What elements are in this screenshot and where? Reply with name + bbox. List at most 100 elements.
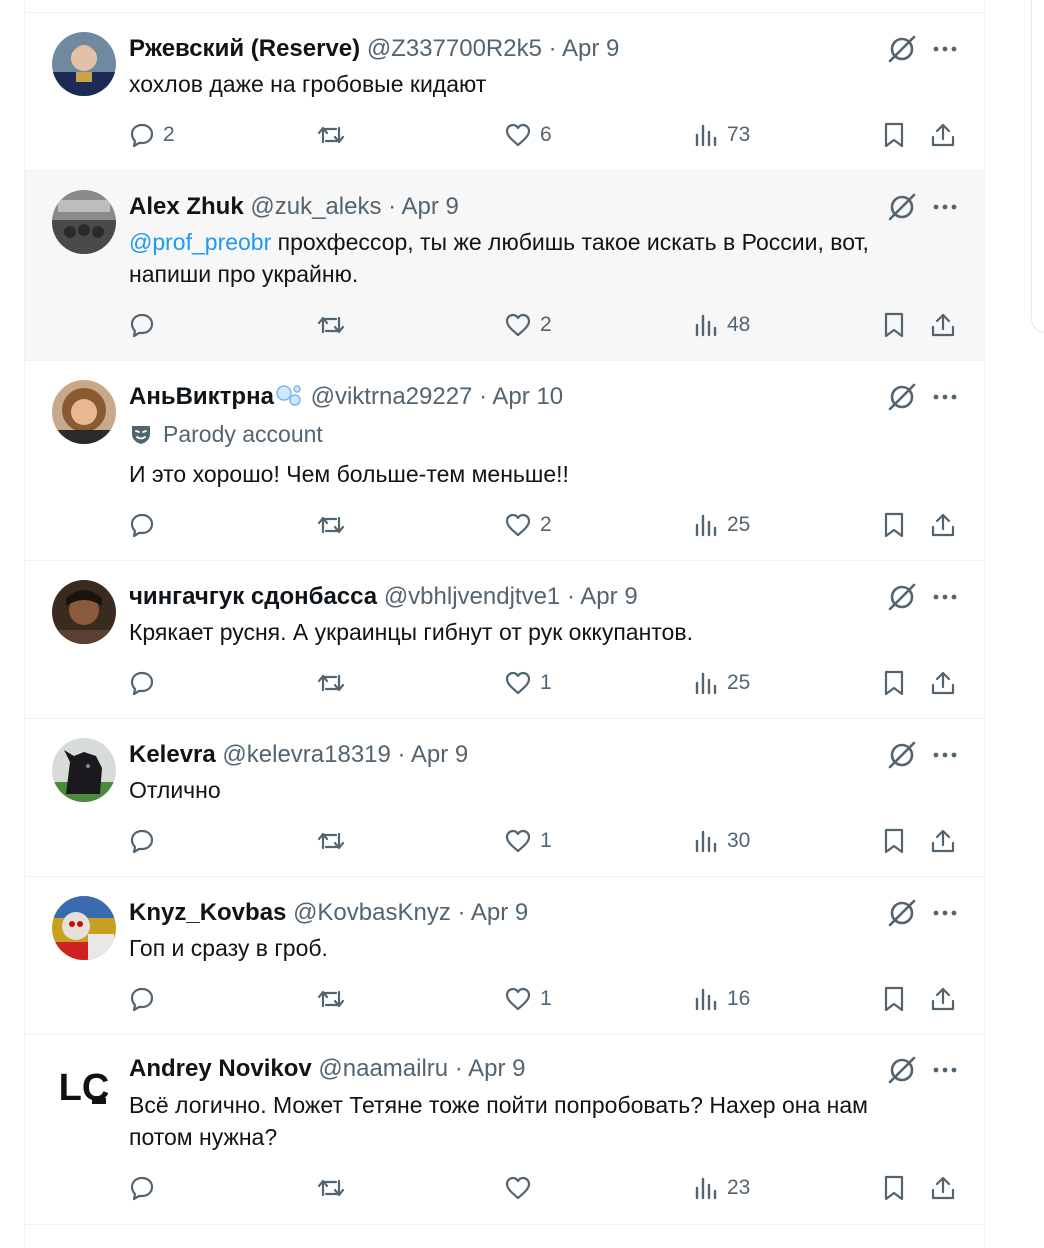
tweet[interactable]: чингачгук сдонбасса @vbhljvendjtve1 · Ap… <box>25 561 984 719</box>
avatar[interactable] <box>52 738 116 802</box>
views-button[interactable]: 73 <box>693 120 750 150</box>
display-name[interactable]: Kelevra <box>129 741 216 768</box>
reply-button[interactable] <box>129 1173 163 1203</box>
like-button[interactable]: 1 <box>504 826 552 856</box>
bookmark-button[interactable] <box>881 826 907 856</box>
more-options-icon[interactable] <box>930 192 960 222</box>
views-button[interactable]: 30 <box>693 826 750 856</box>
reply-button[interactable] <box>129 310 163 340</box>
share-icon <box>931 671 955 695</box>
repost-button[interactable] <box>316 826 354 856</box>
display-name[interactable]: АньВиктрна <box>129 383 274 410</box>
timestamp[interactable]: Apr 9 <box>471 899 528 926</box>
views-icon <box>695 988 717 1011</box>
grok-icon[interactable] <box>885 380 919 414</box>
views-button[interactable]: 23 <box>693 1173 750 1203</box>
views-button[interactable]: 16 <box>693 984 750 1014</box>
avatar[interactable] <box>52 896 116 960</box>
share-button[interactable] <box>929 984 957 1014</box>
display-name[interactable]: чингачгук сдонбасса <box>129 583 377 610</box>
grok-icon[interactable] <box>885 32 919 66</box>
more-options-icon[interactable] <box>930 1055 960 1085</box>
grok-icon[interactable] <box>885 738 919 772</box>
share-button[interactable] <box>929 1173 957 1203</box>
more-options-icon[interactable] <box>930 34 960 64</box>
tweet[interactable]: Ржевский (Reserve) @Z337700R2k5 · Apr 9 … <box>25 13 984 171</box>
repost-button[interactable] <box>316 120 354 150</box>
share-button[interactable] <box>929 310 957 340</box>
display-name[interactable]: Ржевский (Reserve) <box>129 35 360 62</box>
like-button[interactable]: 2 <box>504 510 552 540</box>
bookmark-icon <box>884 1175 904 1201</box>
bookmark-button[interactable] <box>881 120 907 150</box>
like-button[interactable]: 6 <box>504 120 552 150</box>
avatar[interactable] <box>52 380 116 444</box>
like-count: 1 <box>540 987 552 1010</box>
reply-button[interactable] <box>129 984 163 1014</box>
share-button[interactable] <box>929 668 957 698</box>
handle[interactable]: @zuk_aleks <box>250 193 381 220</box>
tweet[interactable]: АньВиктрна @viktrna29227 · Apr 10 Parody… <box>25 361 984 561</box>
bookmark-button[interactable] <box>881 310 907 340</box>
mention-link[interactable]: @prof_preobr <box>129 229 271 255</box>
bookmark-button[interactable] <box>881 1173 907 1203</box>
reply-button[interactable] <box>129 668 163 698</box>
like-button[interactable]: 1 <box>504 668 552 698</box>
heart-icon <box>505 313 531 337</box>
reply-button[interactable] <box>129 510 163 540</box>
reply-icon <box>130 987 154 1012</box>
repost-button[interactable] <box>316 668 354 698</box>
handle[interactable]: @viktrna29227 <box>311 383 473 410</box>
bookmark-button[interactable] <box>881 510 907 540</box>
like-button[interactable] <box>504 1173 540 1203</box>
reply-button[interactable]: 2 <box>129 120 175 150</box>
reply-button[interactable] <box>129 826 163 856</box>
timestamp[interactable]: Apr 10 <box>492 383 563 410</box>
tweet-text: Всё логично. Может Тетяне тоже пойти поп… <box>129 1092 868 1150</box>
share-button[interactable] <box>929 120 957 150</box>
display-name[interactable]: Knyz_Kovbas <box>129 899 286 926</box>
tweet[interactable]: Alex Zhuk @zuk_aleks · Apr 9 @prof_preob… <box>25 171 984 361</box>
display-name[interactable]: Andrey Novikov <box>129 1055 312 1082</box>
avatar[interactable] <box>52 32 116 96</box>
share-button[interactable] <box>929 826 957 856</box>
more-options-icon[interactable] <box>930 898 960 928</box>
grok-icon[interactable] <box>885 1053 919 1087</box>
views-button[interactable]: 25 <box>693 510 750 540</box>
timestamp[interactable]: Apr 9 <box>580 583 637 610</box>
repost-button[interactable] <box>316 510 354 540</box>
views-button[interactable]: 48 <box>693 310 750 340</box>
separator: · <box>541 35 562 62</box>
grok-icon[interactable] <box>885 896 919 930</box>
like-button[interactable]: 2 <box>504 310 552 340</box>
handle[interactable]: @vbhljvendjtve1 <box>384 583 560 610</box>
tweet[interactable]: Knyz_Kovbas @KovbasKnyz · Apr 9 Гоп и ср… <box>25 877 984 1035</box>
handle[interactable]: @KovbasKnyz <box>293 899 451 926</box>
like-button[interactable]: 1 <box>504 984 552 1014</box>
repost-button[interactable] <box>316 984 354 1014</box>
handle[interactable]: @Z337700R2k5 <box>367 35 542 62</box>
timestamp[interactable]: Apr 9 <box>468 1055 525 1082</box>
timestamp[interactable]: Apr 9 <box>401 193 458 220</box>
tweet[interactable]: LC Andrey Novikov @naamailru · Apr 9 Всё… <box>25 1035 984 1225</box>
bookmark-button[interactable] <box>881 668 907 698</box>
bookmark-button[interactable] <box>881 984 907 1014</box>
tweet[interactable]: Kelevra @kelevra18319 · Apr 9 Отлично 1 … <box>25 719 984 877</box>
timestamp[interactable]: Apr 9 <box>411 741 468 768</box>
grok-icon[interactable] <box>885 190 919 224</box>
avatar[interactable]: LC <box>52 1054 116 1118</box>
more-options-icon[interactable] <box>930 740 960 770</box>
avatar[interactable] <box>52 190 116 254</box>
handle[interactable]: @kelevra18319 <box>222 741 390 768</box>
repost-button[interactable] <box>316 310 354 340</box>
avatar[interactable] <box>52 580 116 644</box>
views-button[interactable]: 25 <box>693 668 750 698</box>
grok-icon[interactable] <box>885 580 919 614</box>
more-options-icon[interactable] <box>930 582 960 612</box>
display-name[interactable]: Alex Zhuk <box>129 193 244 220</box>
repost-button[interactable] <box>316 1173 354 1203</box>
handle[interactable]: @naamailru <box>318 1055 448 1082</box>
timestamp[interactable]: Apr 9 <box>562 35 619 62</box>
share-button[interactable] <box>929 510 957 540</box>
more-options-icon[interactable] <box>930 382 960 412</box>
